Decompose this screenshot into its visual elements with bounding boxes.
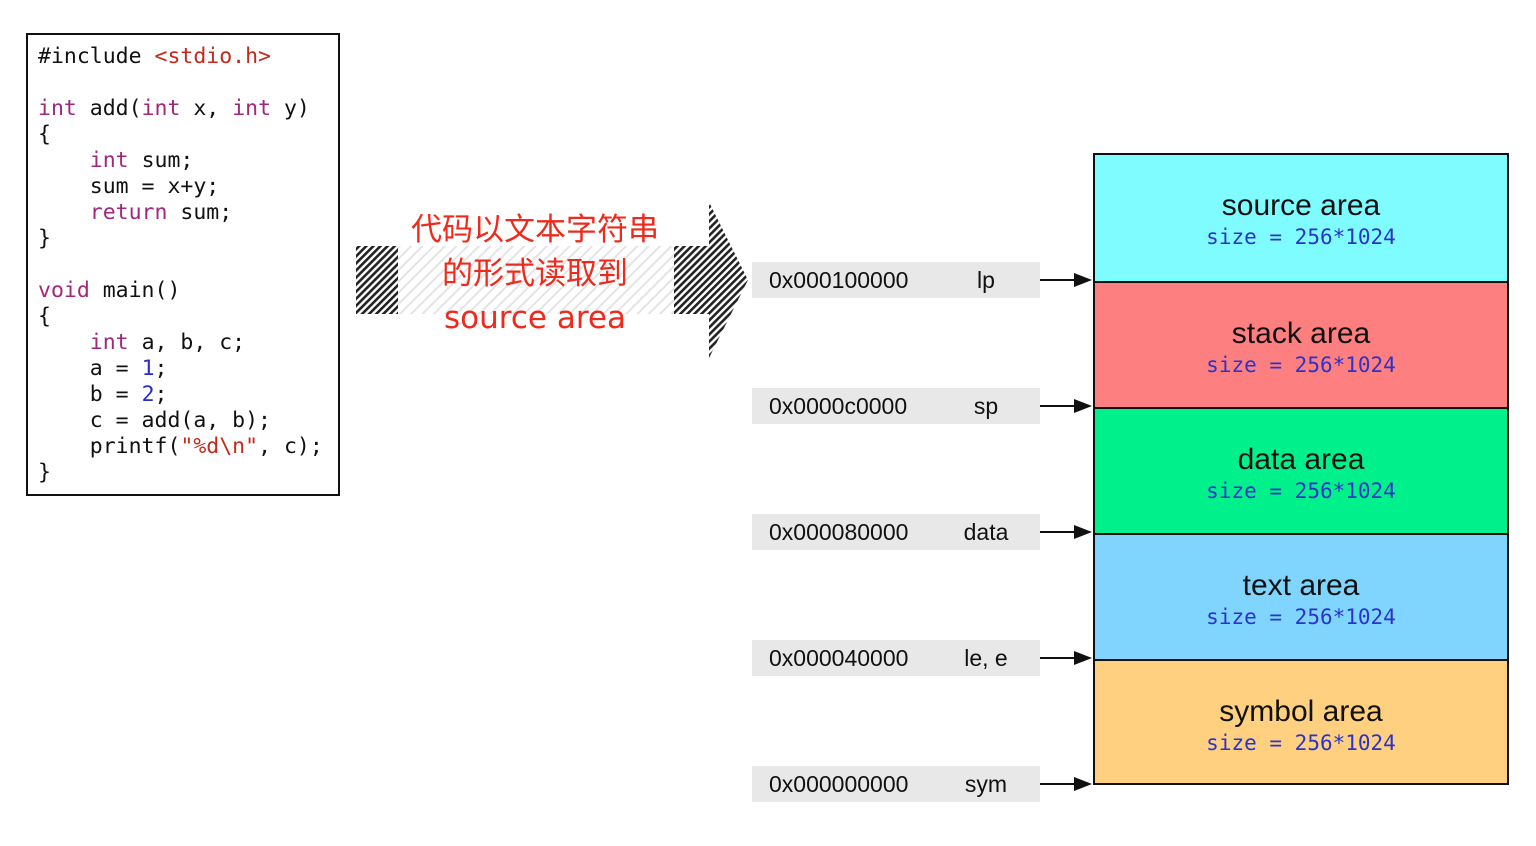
code-token: sum; [128, 148, 194, 173]
area-name: text area [1242, 569, 1360, 602]
pointer-data: 0x000080000 data [752, 514, 1094, 550]
pointer-address: 0x000100000 [769, 267, 909, 293]
code-token: c = add(a, b); [38, 408, 271, 433]
code-token: main() [89, 278, 181, 303]
code-token: <stdio.h> [154, 44, 272, 69]
arrow-caption-line-3: source area [444, 300, 626, 336]
code-token: sum = x+y; [38, 174, 220, 199]
memory-layout: source area size = 256*1024 stack area s… [1093, 153, 1509, 785]
code-token: } [38, 460, 51, 485]
memory-area-text: text area size = 256*1024 [1095, 533, 1507, 659]
code-token: void [38, 278, 90, 303]
code-token: { [38, 304, 51, 329]
pointer-register: sp [973, 393, 999, 419]
pointer-register: sym [964, 771, 1008, 797]
pointer-lp: 0x000100000 lp [752, 262, 1094, 298]
code-token: sum; [167, 200, 233, 225]
code-token: a, b, c; [128, 330, 246, 355]
pointer-register: data [963, 519, 1009, 545]
pointer-arrow [1040, 777, 1092, 791]
pointer-label: 0x0000c0000 sp [752, 388, 1040, 424]
pointer-sym: 0x000000000 sym [752, 766, 1094, 802]
pointer-arrow [1040, 651, 1092, 665]
code-token: return [89, 200, 168, 225]
code-token: int [141, 96, 181, 121]
code-token: b = [38, 382, 142, 407]
pointer-label: 0x000040000 le, e [752, 640, 1040, 676]
area-size: size = 256*1024 [1206, 605, 1396, 629]
area-size: size = 256*1024 [1206, 225, 1396, 249]
pointer-le-e: 0x000040000 le, e [752, 640, 1094, 676]
code-token: add( [76, 96, 142, 121]
pointer-register: le, e [964, 645, 1008, 671]
arrow-caption-line-1: 代码以文本字符串 [411, 212, 659, 248]
pointer-address: 0x0000c0000 [769, 393, 908, 419]
area-name: symbol area [1219, 695, 1383, 728]
area-name: stack area [1231, 317, 1371, 350]
pointer-address: 0x000080000 [769, 519, 909, 545]
pointer-arrow [1040, 273, 1092, 287]
code-token: ; [154, 356, 168, 381]
code-token: x, [180, 96, 233, 121]
code-token: "%d\n" [180, 434, 259, 459]
code-token: #include [38, 44, 155, 69]
source-code: #include <stdio.h> int add(int x, int y)… [38, 44, 323, 486]
memory-area-data: data area size = 256*1024 [1095, 407, 1507, 533]
code-token: 1 [141, 356, 155, 381]
area-name: source area [1221, 189, 1381, 222]
code-token: } [38, 226, 51, 251]
pointer-label: 0x000080000 data [752, 514, 1040, 550]
code-token: a = [38, 356, 142, 381]
code-token: ; [154, 382, 168, 407]
memory-area-symbol: symbol area size = 256*1024 [1095, 659, 1507, 783]
pointer-arrow [1040, 525, 1092, 539]
code-token: , c); [258, 434, 323, 459]
pointer-label: 0x000000000 sym [752, 766, 1040, 802]
memory-area-source: source area size = 256*1024 [1095, 155, 1507, 281]
code-token: { [38, 122, 51, 147]
memory-area-stack: stack area size = 256*1024 [1095, 281, 1507, 407]
pointer-register: lp [977, 267, 995, 293]
pointer-address: 0x000040000 [769, 645, 909, 671]
area-size: size = 256*1024 [1206, 731, 1396, 755]
code-token: int [38, 96, 77, 121]
code-token: int [89, 330, 129, 355]
area-size: size = 256*1024 [1206, 353, 1396, 377]
pointer-label: 0x000100000 lp [752, 262, 1040, 298]
arrow-caption-line-2: 的形式读取到 [442, 256, 628, 292]
code-token: 2 [141, 382, 155, 407]
arrow-caption: 代码以文本字符串 的形式读取到 source area [395, 208, 675, 340]
area-name: data area [1237, 443, 1365, 476]
code-token: int [89, 148, 129, 173]
area-size: size = 256*1024 [1206, 479, 1396, 503]
code-token: int [232, 96, 272, 121]
source-code-box: #include <stdio.h> int add(int x, int y)… [26, 33, 340, 496]
pointer-address: 0x000000000 [769, 771, 909, 797]
code-token: printf( [38, 434, 181, 459]
pointer-arrow [1040, 399, 1092, 413]
code-token: y) [271, 96, 310, 121]
pointer-sp: 0x0000c0000 sp [752, 388, 1094, 424]
